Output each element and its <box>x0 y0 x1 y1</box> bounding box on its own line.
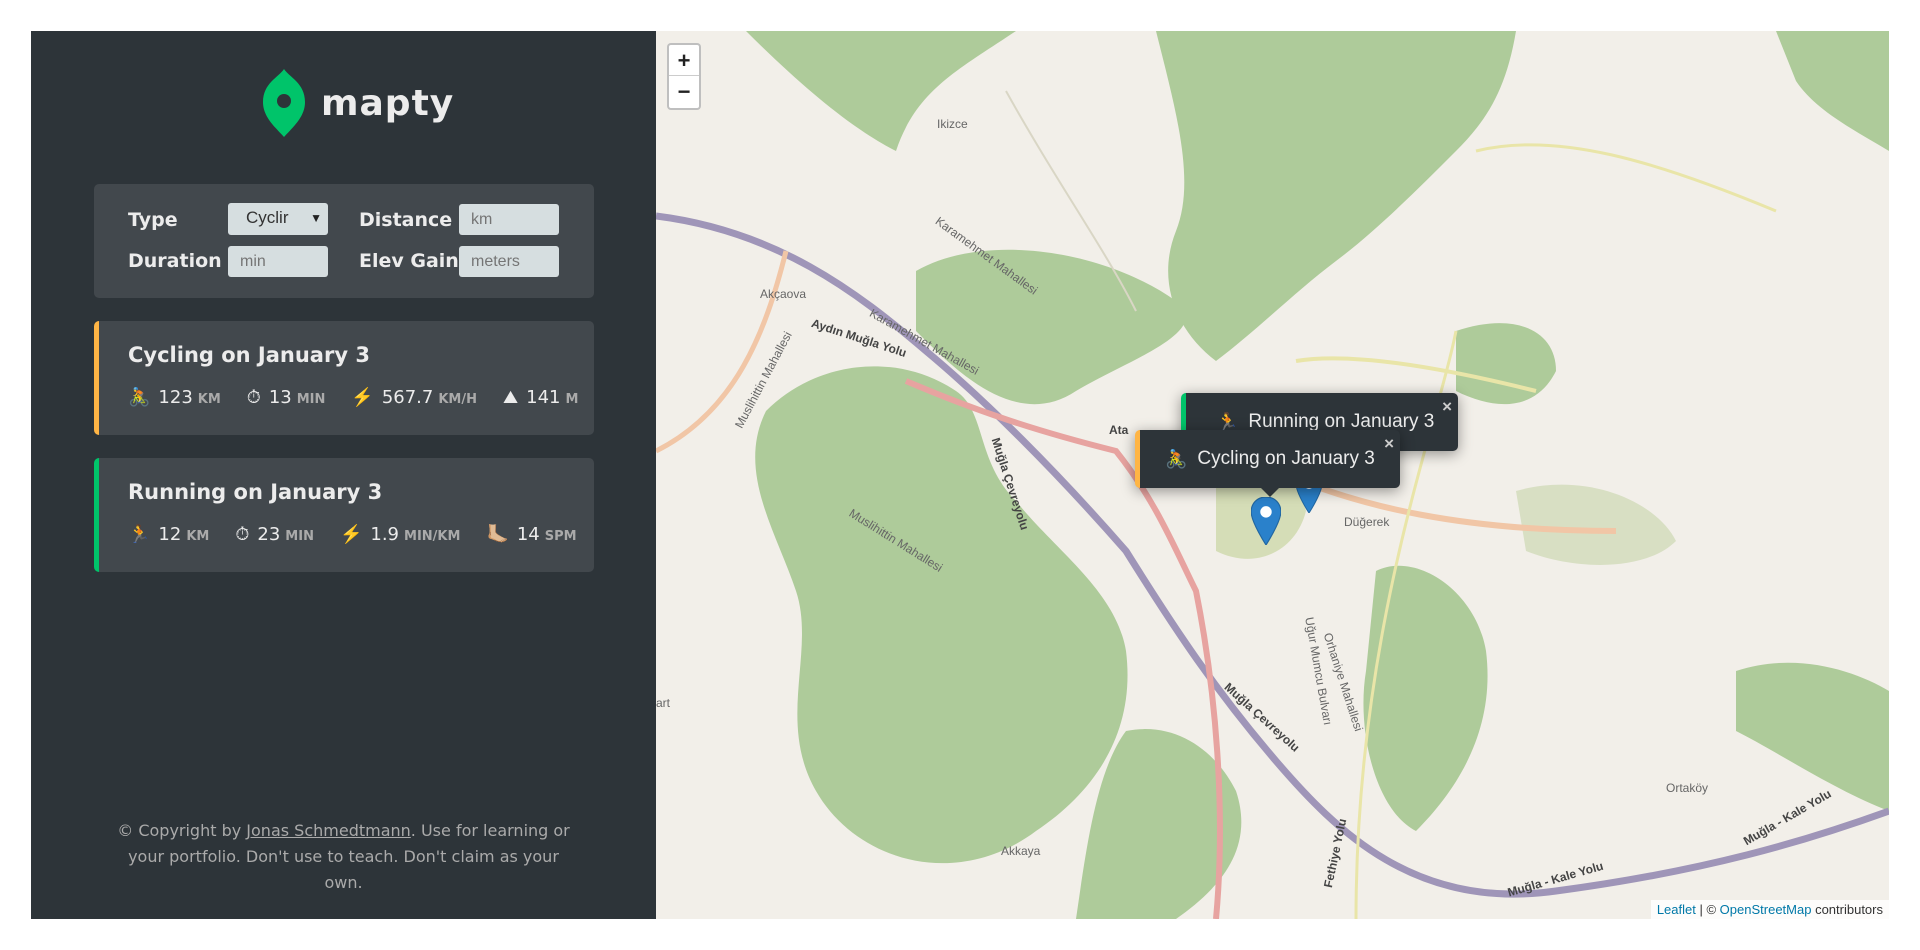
workout-detail-cadence: 🦶🏼 14 SPM <box>486 524 576 545</box>
workout-detail-duration: ⏱ 23 MIN <box>235 524 314 545</box>
attribution-sep: | © <box>1695 902 1720 917</box>
app-container: mapty Type Cyclir ▼ Distance Duration El… <box>31 31 1889 919</box>
close-icon[interactable]: × <box>1384 434 1394 454</box>
osm-link[interactable]: OpenStreetMap <box>1720 902 1812 917</box>
copyright-prefix: © Copyright by <box>117 821 247 840</box>
detail-unit: KM <box>186 529 210 544</box>
lightning-icon: ⚡️ <box>339 524 363 545</box>
detail-value: 1.9 <box>370 524 400 545</box>
zoom-in-button[interactable]: + <box>669 45 699 76</box>
workout-detail-duration: ⏱ 13 MIN <box>247 387 326 408</box>
runner-icon: 🏃 <box>128 524 151 545</box>
map-label: art <box>656 696 671 710</box>
map-attribution: Leaflet | © OpenStreetMap contributors <box>1650 900 1889 919</box>
zoom-out-button[interactable]: − <box>669 76 699 107</box>
logo-text: mapty <box>321 82 455 124</box>
workout-detail-pace: ⚡️ 1.9 MIN/KM <box>340 524 460 545</box>
duration-input[interactable] <box>228 246 328 277</box>
workout-detail-speed: ⚡️ 567.7 KM/H <box>351 387 477 408</box>
stopwatch-icon: ⏱ <box>246 387 261 408</box>
distance-input[interactable] <box>459 204 559 235</box>
leaflet-link[interactable]: Leaflet <box>1657 902 1696 917</box>
author-link[interactable]: Jonas Schmedtmann <box>246 821 411 840</box>
type-select-value: Cyclir <box>246 208 289 227</box>
map-label: Akkaya <box>1001 844 1041 858</box>
detail-unit: SPM <box>544 529 577 544</box>
detail-value: 23 <box>257 524 281 545</box>
detail-unit: MIN/KM <box>404 529 461 544</box>
workout-details: 🏃 12 KM ⏱ 23 MIN ⚡️ 1.9 MIN/KM 🦶🏼 14 SPM <box>128 524 603 545</box>
foot-icon: 🦶🏼 <box>486 524 509 545</box>
stopwatch-icon: ⏱ <box>235 524 250 545</box>
lightning-icon: ⚡️ <box>351 387 374 408</box>
type-label: Type <box>128 209 178 231</box>
map-label: Ortaköy <box>1666 781 1709 795</box>
map-label: Ikizce <box>937 117 968 131</box>
chevron-down-icon: ▼ <box>310 211 322 225</box>
detail-value: 13 <box>268 387 292 408</box>
logo: mapty <box>263 69 454 137</box>
workout-details: 🚴 123 KM ⏱ 13 MIN ⚡️ 567.7 KM/H ⛰ 141 M <box>128 387 604 408</box>
workout-title: Cycling on January 3 <box>128 343 370 367</box>
close-icon[interactable]: × <box>1442 397 1452 417</box>
cyclist-icon: 🚴 <box>128 387 151 408</box>
detail-value: 141 <box>526 387 561 408</box>
workout-form: Type Cyclir ▼ Distance Duration Elev Gai… <box>94 184 594 298</box>
detail-unit: MIN <box>285 529 314 544</box>
copyright: © Copyright by Jonas Schmedtmann. Use fo… <box>31 818 656 896</box>
workout-item-cycling[interactable]: Cycling on January 3 🚴 123 KM ⏱ 13 MIN ⚡… <box>94 321 594 435</box>
detail-unit: KM <box>197 392 221 407</box>
detail-value: 123 <box>158 387 193 408</box>
popup-tip <box>1260 487 1280 497</box>
map-label: Akçaova <box>760 287 807 301</box>
detail-value: 14 <box>516 524 540 545</box>
detail-unit: MIN <box>296 392 326 407</box>
map-label: Ata <box>1109 423 1129 437</box>
type-select[interactable]: Cyclir ▼ <box>228 203 328 235</box>
map-pin-logo-icon <box>263 69 305 137</box>
workout-popup-cycling[interactable]: 🚴 Cycling on January 3 × <box>1135 430 1400 497</box>
zoom-control: + − <box>667 43 701 110</box>
workout-detail-distance: 🚴 123 KM <box>128 387 221 408</box>
elev-gain-label: Elev Gain <box>359 250 459 272</box>
map[interactable]: Ikizce Akçaova Aydın Muğla Yolu Karamehm… <box>656 31 1889 919</box>
workout-item-running[interactable]: Running on January 3 🏃 12 KM ⏱ 23 MIN ⚡️… <box>94 458 594 572</box>
workout-detail-distance: 🏃 12 KM <box>128 524 209 545</box>
attribution-contributors: contributors <box>1811 902 1883 917</box>
map-marker-icon[interactable] <box>1251 497 1281 545</box>
mountain-icon: ⛰ <box>503 387 519 408</box>
duration-label: Duration <box>128 250 222 272</box>
detail-value: 567.7 <box>381 387 434 408</box>
detail-unit: KM/H <box>438 392 477 407</box>
map-label: Düğerek <box>1344 515 1390 529</box>
workout-title: Running on January 3 <box>128 480 383 504</box>
detail-unit: M <box>565 392 579 407</box>
sidebar: mapty Type Cyclir ▼ Distance Duration El… <box>31 31 656 919</box>
popup-text: Cycling on January 3 <box>1197 448 1375 469</box>
distance-label: Distance <box>359 209 453 231</box>
detail-value: 12 <box>158 524 182 545</box>
workout-detail-elevation: ⛰ 141 M <box>503 387 578 408</box>
cyclist-icon: 🚴 <box>1165 448 1188 469</box>
elev-gain-input[interactable] <box>459 246 559 277</box>
